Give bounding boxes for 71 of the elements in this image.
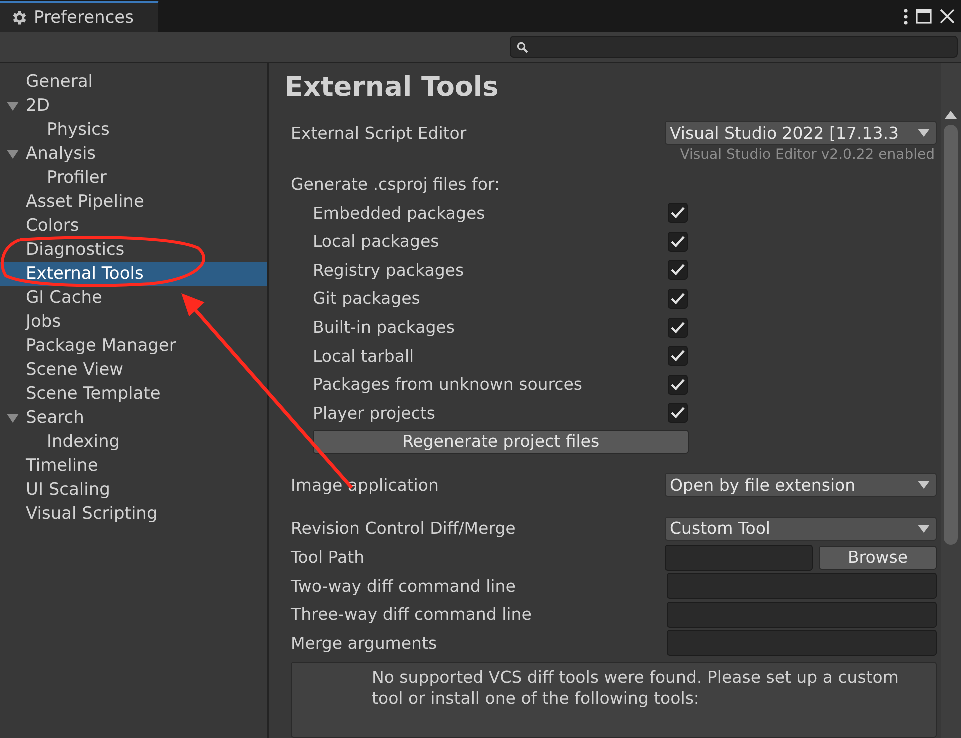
- sidebar-item[interactable]: 2D: [0, 94, 267, 118]
- checkbox-label: Local packages: [313, 232, 440, 252]
- sidebar-item[interactable]: Search: [0, 406, 267, 430]
- setting-label: Three-way diff command line: [291, 605, 532, 624]
- checkbox[interactable]: [668, 232, 688, 252]
- sidebar-item[interactable]: Indexing: [0, 430, 267, 454]
- sidebar-item[interactable]: Profiler: [0, 166, 267, 190]
- sidebar-item[interactable]: Package Manager: [0, 334, 267, 358]
- section-label: Generate .csproj files for:: [291, 175, 500, 194]
- page-title: External Tools: [285, 71, 500, 106]
- setting-label: Tool Path: [291, 548, 365, 568]
- caret-icon: [918, 524, 930, 533]
- setting-label: External Script Editor: [291, 124, 467, 143]
- sidebar-item[interactable]: Visual Scripting: [0, 502, 267, 526]
- checkbox-label: Embedded packages: [313, 204, 486, 223]
- checkbox[interactable]: [668, 203, 688, 224]
- status-note: Visual Studio Editor v2.0.22 enabled: [680, 147, 935, 164]
- foldout-arrow-icon[interactable]: [6, 148, 20, 160]
- dropdown[interactable]: Custom Tool: [665, 516, 937, 541]
- window-title: Preferences: [34, 8, 134, 28]
- dropdown[interactable]: Open by file extension: [665, 473, 937, 498]
- scroll-thumb[interactable]: [944, 125, 958, 545]
- setting-label: Revision Control Diff/Merge: [291, 519, 516, 538]
- checkbox[interactable]: [668, 403, 688, 424]
- input-field[interactable]: [667, 573, 937, 600]
- sidebar-item[interactable]: UI Scaling: [0, 478, 267, 502]
- checkbox[interactable]: [668, 346, 688, 366]
- window-tab[interactable]: Preferences: [0, 1, 159, 32]
- checkbox[interactable]: [668, 374, 688, 395]
- more-options-icon[interactable]: [904, 8, 908, 24]
- regenerate-button[interactable]: Regenerate project files: [313, 430, 689, 454]
- dropdown[interactable]: Visual Studio 2022 [17.13.3: [665, 121, 937, 146]
- sidebar-item[interactable]: Analysis: [0, 142, 267, 166]
- sidebar-item[interactable]: Scene Template: [0, 382, 267, 406]
- checkbox-label: Player projects: [313, 404, 436, 423]
- sidebar-item[interactable]: Scene View: [0, 358, 267, 382]
- sidebar-item[interactable]: Colors: [0, 214, 267, 238]
- search-field[interactable]: [510, 36, 958, 58]
- sidebar-item[interactable]: GI Cache: [0, 286, 267, 310]
- foldout-arrow-icon[interactable]: [6, 412, 20, 424]
- sidebar-item[interactable]: Physics: [0, 118, 267, 142]
- caret-icon: [918, 481, 930, 490]
- checkbox[interactable]: [668, 260, 688, 280]
- setting-label: Image application: [291, 476, 439, 495]
- sidebar-item[interactable]: Jobs: [0, 310, 267, 334]
- checkbox-label: Built-in packages: [313, 318, 455, 338]
- setting-label: Merge arguments: [291, 634, 438, 653]
- search-icon: [517, 42, 528, 52]
- sidebar-item[interactable]: Diagnostics: [0, 238, 267, 262]
- input-field[interactable]: [667, 630, 937, 656]
- scrollbar[interactable]: [941, 63, 961, 738]
- sidebar-item[interactable]: General: [0, 70, 267, 94]
- caret-icon: [918, 129, 930, 138]
- checkbox-label: Registry packages: [313, 260, 464, 280]
- scroll-up-icon[interactable]: [945, 111, 957, 119]
- sidebar-item[interactable]: External Tools: [0, 262, 267, 286]
- checkbox[interactable]: [668, 318, 688, 338]
- sidebar-item[interactable]: Timeline: [0, 454, 267, 478]
- checkbox-label: Git packages: [313, 289, 420, 308]
- close-icon[interactable]: [940, 9, 955, 24]
- checkbox-label: Packages from unknown sources: [313, 375, 582, 394]
- foldout-arrow-icon[interactable]: [6, 100, 20, 112]
- input-field[interactable]: [667, 602, 937, 628]
- help-message: No supported VCS diff tools were found. Please set up a custom tool or install one of the following tools:: [291, 662, 937, 738]
- setting-label: Two-way diff command line: [291, 576, 516, 596]
- browse-button[interactable]: Browse: [819, 546, 937, 570]
- input-field[interactable]: [665, 544, 813, 571]
- maximize-icon[interactable]: [916, 9, 932, 24]
- checkbox[interactable]: [668, 288, 688, 309]
- checkbox-label: Local tarball: [313, 346, 414, 366]
- sidebar-item[interactable]: Asset Pipeline: [0, 190, 267, 214]
